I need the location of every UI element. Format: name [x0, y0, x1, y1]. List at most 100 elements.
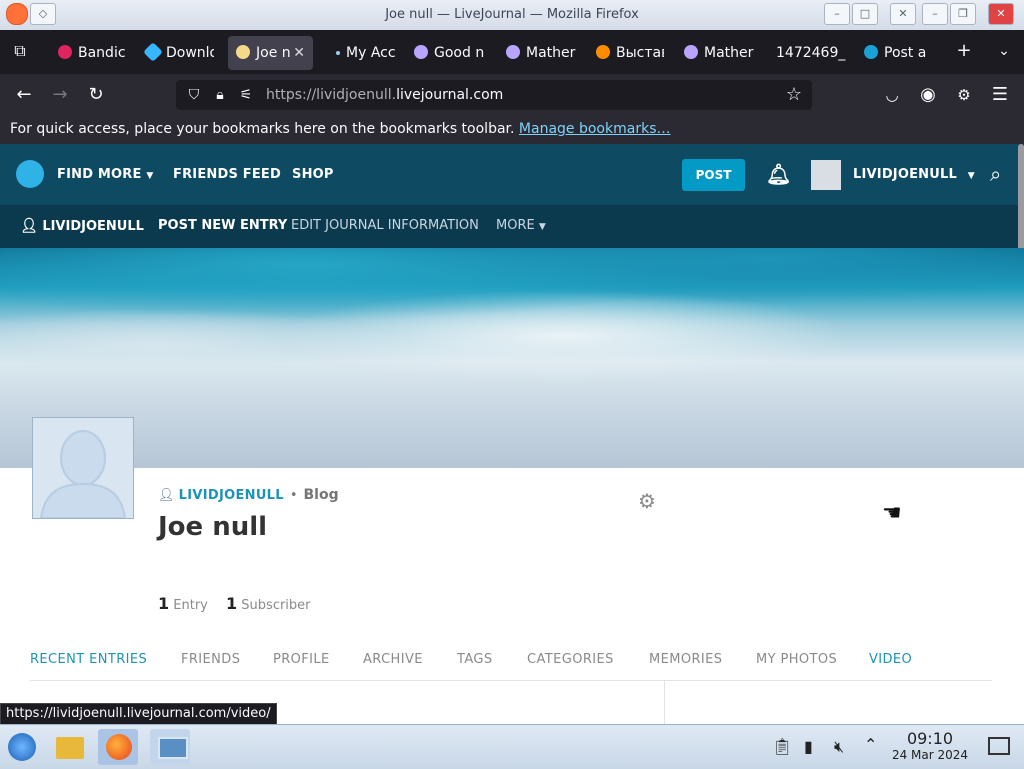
post-button[interactable]: POST	[682, 159, 745, 191]
tab-good[interactable]: Good n	[406, 36, 490, 70]
edit-journal-link[interactable]: EDIT JOURNAL INFORMATION	[291, 218, 479, 233]
download-icon	[143, 42, 163, 62]
profile-username-link[interactable]: LIVIDJOENULL	[179, 488, 284, 503]
firefox-taskbar-icon[interactable]	[98, 729, 138, 765]
tabs-divider	[30, 680, 992, 681]
chevron-down-icon[interactable]: ⌄	[992, 39, 1016, 63]
tab-label: Post a	[884, 45, 927, 61]
forward-icon[interactable]: →	[48, 83, 72, 107]
url-prefix: https://lividjoenull.	[266, 87, 397, 103]
remote-desktop-icon[interactable]	[150, 729, 190, 765]
minimize-button[interactable]: –	[824, 3, 850, 25]
list-all-tabs-icon[interactable]: ⧉	[8, 39, 32, 63]
pocket-icon[interactable]: ◡	[880, 83, 904, 107]
tab-mather-1[interactable]: Mather	[498, 36, 578, 70]
file-manager-icon[interactable]	[50, 729, 90, 765]
user-menu[interactable]: LIVIDJOENULL ▼	[853, 167, 975, 182]
friends-feed-link[interactable]: FRIENDS FEED	[173, 167, 281, 182]
tab-bandicam[interactable]: Bandic	[50, 36, 126, 70]
shield-icon[interactable]: ⛉	[182, 83, 206, 107]
journal-banner	[0, 248, 1024, 468]
more-label: MORE	[496, 218, 535, 233]
caret-down-icon: ▼	[146, 171, 154, 181]
tab-1472469[interactable]: 1472469_	[768, 36, 846, 70]
permissions-icon[interactable]: ⚟	[234, 83, 258, 107]
tab-profile[interactable]: PROFILE	[273, 652, 330, 667]
profile-userline: 👤︎ LIVIDJOENULL • Blog	[158, 487, 339, 503]
window-menu-icon[interactable]: ◇	[30, 3, 56, 25]
profile-full-name: Joe null	[158, 512, 268, 542]
account-icon[interactable]: ◉	[916, 83, 940, 107]
tab-label: 1472469_	[776, 45, 846, 61]
tab-label: Выстав	[616, 45, 664, 61]
entries-count[interactable]: 1	[158, 594, 169, 613]
tab-label: Downlo	[166, 45, 214, 61]
tab-joe-null[interactable]: Joe n ✕	[228, 36, 313, 70]
menu-icon[interactable]: ☰	[988, 83, 1012, 107]
bell-icon[interactable]: 🔔︎	[766, 162, 792, 186]
tab-download[interactable]: Downlo	[138, 36, 214, 70]
dot-icon	[336, 51, 340, 55]
navigation-toolbar: ← → ↻ ⛉ 🔒︎ ⚟ https://lividjoenull.livejo…	[0, 74, 1024, 116]
tab-video[interactable]: VIDEO	[869, 652, 912, 667]
user-icon	[236, 45, 250, 59]
maximize-button-2[interactable]: ❐	[950, 3, 976, 25]
bookmarks-toolbar: For quick access, place your bookmarks h…	[0, 116, 1024, 144]
separator-dot: •	[289, 488, 298, 503]
clipboard-icon[interactable]: 📋︎	[772, 737, 792, 756]
post-new-entry-link[interactable]: POST NEW ENTRY	[158, 218, 287, 233]
new-tab-icon[interactable]: +	[952, 39, 976, 63]
url-bar[interactable]: ⛉ 🔒︎ ⚟ https://lividjoenull.livejournal.…	[176, 80, 812, 110]
tab-my-photos[interactable]: MY PHOTOS	[756, 652, 837, 667]
taskbar-clock[interactable]: 09:10 24 Mar 2024	[886, 729, 974, 762]
avatar[interactable]	[811, 160, 841, 190]
manage-bookmarks-link[interactable]: Manage bookmarks…	[519, 121, 671, 137]
close-button-2[interactable]: ✕	[988, 3, 1014, 25]
tab-label: Mather	[704, 45, 754, 61]
more-menu[interactable]: MORE ▼	[496, 218, 546, 233]
close-tab-icon[interactable]: ✕	[293, 36, 305, 70]
tab-categories[interactable]: CATEGORIES	[527, 652, 614, 667]
tab-recent-entries[interactable]: RECENT ENTRIES	[30, 652, 147, 667]
back-icon[interactable]: ←	[12, 83, 36, 107]
caret-down-icon: ▼	[538, 222, 546, 232]
tab-post-a[interactable]: Post a	[856, 36, 936, 70]
journal-user-link[interactable]: 👤︎ LIVIDJOENULL	[20, 218, 144, 234]
extensions-icon[interactable]: ⚙	[952, 83, 976, 107]
lock-icon[interactable]: 🔒︎	[208, 83, 232, 107]
tab-my-account[interactable]: My Acc	[324, 36, 404, 70]
subscribers-count[interactable]: 1	[226, 594, 237, 613]
find-more-label: FIND MORE	[57, 167, 142, 182]
tab-vystav[interactable]: Выстав	[588, 36, 664, 70]
start-menu-icon[interactable]	[2, 729, 42, 765]
minimize-button-2[interactable]: –	[922, 3, 948, 25]
lj-header: FIND MORE ▼ FRIENDS FEED SHOP POST 🔔︎ LI…	[0, 144, 1024, 205]
tab-mather-2[interactable]: Mather	[676, 36, 756, 70]
lj-logo-icon[interactable]	[16, 160, 44, 188]
search-icon[interactable]: ⌕	[990, 162, 1001, 186]
mute-speaker-icon[interactable]: 🔇︎	[834, 737, 844, 757]
bookmarks-message: For quick access, place your bookmarks h…	[10, 121, 515, 137]
clock-time: 09:10	[906, 729, 954, 748]
close-button[interactable]: ✕	[890, 3, 916, 25]
tray-expand-icon[interactable]: ⌃	[864, 735, 877, 754]
tab-friends[interactable]: FRIENDS	[181, 652, 240, 667]
shop-link[interactable]: SHOP	[292, 167, 334, 182]
firefox-logo-icon	[6, 3, 28, 25]
maximize-button[interactable]: □	[852, 3, 878, 25]
lj-icon	[864, 45, 878, 59]
find-more-menu[interactable]: FIND MORE ▼	[57, 167, 153, 182]
show-desktop-icon[interactable]	[988, 737, 1010, 755]
gear-icon[interactable]: ⚙	[638, 489, 656, 513]
tab-tags[interactable]: TAGS	[457, 652, 493, 667]
reload-icon[interactable]: ↻	[84, 83, 108, 107]
tab-archive[interactable]: ARCHIVE	[363, 652, 423, 667]
column-divider	[664, 681, 665, 725]
user-icon: 👤︎	[20, 218, 38, 234]
tab-memories[interactable]: MEMORIES	[649, 652, 722, 667]
battery-icon[interactable]: ▮	[804, 737, 813, 756]
bookmark-star-icon[interactable]: ☆	[782, 83, 806, 107]
url-text: https://lividjoenull.livejournal.com	[266, 87, 503, 103]
user-icon	[684, 45, 698, 59]
profile-avatar[interactable]	[32, 417, 134, 519]
